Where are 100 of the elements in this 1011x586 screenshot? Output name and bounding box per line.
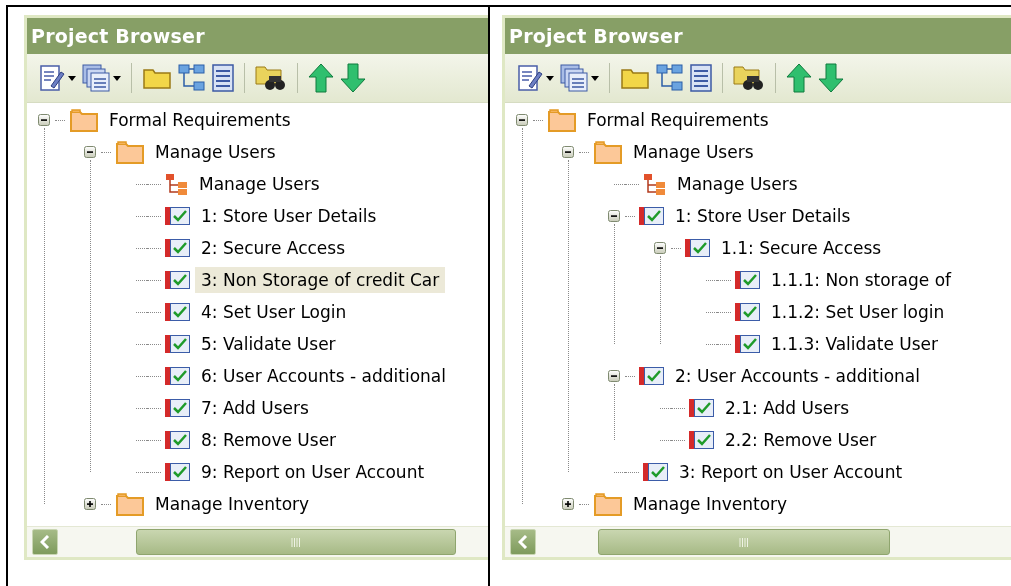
requirement-icon [165, 366, 191, 386]
collapse-icon[interactable] [608, 210, 620, 222]
tree-item[interactable]: Manage Users [149, 139, 282, 165]
tree-item[interactable]: Formal Requirements [581, 107, 775, 133]
horizontal-scrollbar[interactable] [27, 526, 488, 557]
list-button[interactable] [690, 64, 712, 92]
scroll-left-button[interactable] [32, 529, 58, 555]
requirement-icon [643, 462, 669, 482]
new-element-button[interactable] [39, 64, 76, 92]
collapse-icon[interactable] [608, 370, 620, 382]
tree-item[interactable]: 1.1.3: Validate User [765, 331, 945, 357]
hierarchy-button[interactable] [656, 64, 684, 92]
up-arrow-icon [786, 63, 812, 93]
hierarchy-icon [178, 64, 206, 92]
new-element-button[interactable] [517, 64, 554, 92]
requirement-icon [165, 238, 191, 258]
tree-item[interactable]: 8: Remove User [195, 427, 343, 453]
folder-icon [115, 139, 145, 165]
requirement-icon [165, 270, 191, 290]
requirement-icon [165, 430, 191, 450]
new-package-button[interactable] [142, 66, 172, 90]
panel-title: Project Browser [27, 18, 488, 54]
requirement-icon [735, 302, 761, 322]
folder-binoculars-icon [255, 64, 287, 92]
tree-item[interactable]: Manage Users [627, 139, 760, 165]
down-arrow-icon [340, 63, 366, 93]
collapse-icon[interactable] [654, 242, 666, 254]
requirement-icon [165, 462, 191, 482]
requirement-icon [165, 398, 191, 418]
hierarchy-button[interactable] [178, 64, 206, 92]
down-arrow-icon [818, 63, 844, 93]
tree-item[interactable]: 6: User Accounts - additional [195, 363, 452, 389]
requirement-icon [165, 302, 191, 322]
new-package-button[interactable] [620, 66, 650, 90]
expand-icon[interactable] [562, 498, 574, 510]
move-down-button[interactable] [340, 63, 366, 93]
tree-item[interactable]: Formal Requirements [103, 107, 297, 133]
grip-icon [739, 537, 749, 547]
list-button[interactable] [212, 64, 234, 92]
collapse-icon[interactable] [562, 146, 574, 158]
tree-item[interactable]: Manage Users [671, 171, 804, 197]
hierarchy-icon [656, 64, 684, 92]
folder-icon [69, 107, 99, 133]
tree-item[interactable]: Manage Users [193, 171, 326, 197]
new-diagram-button[interactable] [560, 64, 599, 92]
move-up-button[interactable] [308, 63, 334, 93]
requirement-icon [165, 334, 191, 354]
tree-item[interactable]: 3: Report on User Account [673, 459, 909, 485]
list-icon [690, 64, 712, 92]
collapse-icon[interactable] [84, 146, 96, 158]
hierarchy-icon [643, 173, 667, 195]
folder-binoculars-icon [733, 64, 765, 92]
tree-item[interactable]: Manage Inventory [149, 491, 316, 517]
tree-item[interactable]: 1.1: Secure Access [715, 235, 888, 261]
requirement-icon [735, 334, 761, 354]
requirement-icon [689, 430, 715, 450]
caret-icon [68, 75, 76, 81]
collapse-icon[interactable] [38, 114, 50, 126]
requirement-icon [689, 398, 715, 418]
tree-item[interactable]: 9: Report on User Account [195, 459, 431, 485]
document-pencil-icon [517, 64, 543, 92]
move-up-button[interactable] [786, 63, 812, 93]
document-pencil-icon [39, 64, 65, 92]
tree-item[interactable]: 1: Store User Details [195, 203, 383, 229]
tree-item[interactable]: 1.1.2: Set User login [765, 299, 951, 325]
caret-icon [591, 75, 599, 81]
tree-item[interactable]: 1.1.1: Non storage of [765, 267, 958, 293]
new-diagram-button[interactable] [82, 64, 121, 92]
tree-item[interactable]: 2: User Accounts - additional [669, 363, 926, 389]
find-button[interactable] [733, 64, 765, 92]
folder-icon [142, 66, 172, 90]
tree-item[interactable]: 4: Set User Login [195, 299, 353, 325]
requirement-icon [685, 238, 711, 258]
requirement-icon [639, 366, 665, 386]
horizontal-scrollbar[interactable] [505, 526, 1011, 557]
tree-item[interactable]: 1: Store User Details [669, 203, 857, 229]
tree-item[interactable]: 2.2: Remove User [719, 427, 883, 453]
move-down-button[interactable] [818, 63, 844, 93]
grip-icon [291, 537, 301, 547]
tree-item[interactable]: Manage Inventory [627, 491, 794, 517]
tree-item[interactable]: 2.1: Add Users [719, 395, 856, 421]
scroll-thumb[interactable] [136, 529, 456, 555]
tree-item[interactable]: 2: Secure Access [195, 235, 351, 261]
folder-icon [620, 66, 650, 90]
requirement-icon [735, 270, 761, 290]
expand-icon[interactable] [84, 498, 96, 510]
hierarchy-icon [165, 173, 189, 195]
folder-icon [547, 107, 577, 133]
folder-icon [593, 139, 623, 165]
caret-icon [546, 75, 554, 81]
tree-item[interactable]: 5: Validate User [195, 331, 342, 357]
tree-item[interactable]: 3: Non Storage of credit Car [195, 267, 446, 293]
collapse-icon[interactable] [516, 114, 528, 126]
tree-item[interactable]: 7: Add Users [195, 395, 315, 421]
scroll-thumb[interactable] [598, 529, 890, 555]
stacked-windows-icon [560, 64, 588, 92]
scroll-left-button[interactable] [510, 529, 536, 555]
stacked-windows-icon [82, 64, 110, 92]
find-button[interactable] [255, 64, 287, 92]
up-arrow-icon [308, 63, 334, 93]
